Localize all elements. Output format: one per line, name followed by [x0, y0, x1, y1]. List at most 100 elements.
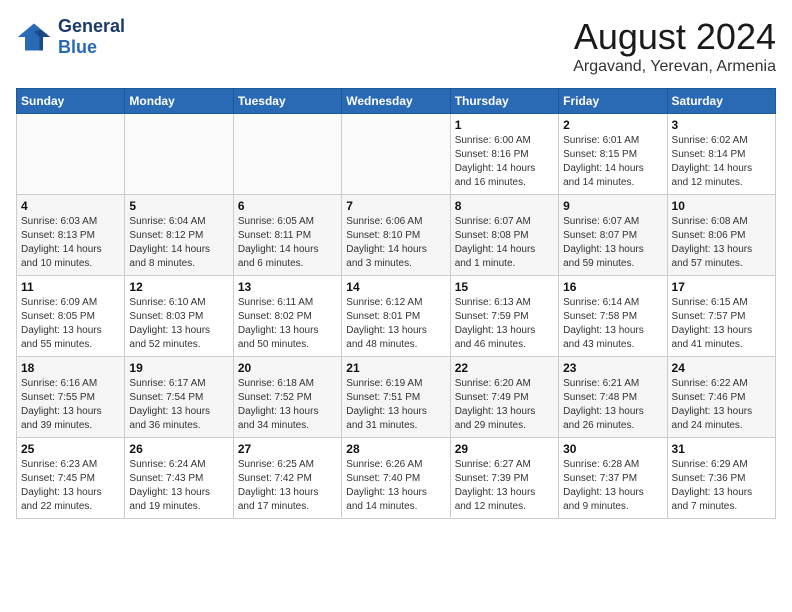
day-number: 29	[455, 442, 554, 456]
page-header: General Blue August 2024 Argavand, Yerev…	[16, 16, 776, 76]
calendar-table: SundayMondayTuesdayWednesdayThursdayFrid…	[16, 88, 776, 519]
day-info: Sunrise: 6:24 AM Sunset: 7:43 PM Dayligh…	[129, 458, 228, 514]
calendar-cell: 22 Sunrise: 6:20 AM Sunset: 7:49 PM Dayli…	[450, 357, 558, 438]
calendar-cell: 5 Sunrise: 6:04 AM Sunset: 8:12 PM Daylig…	[125, 195, 233, 276]
day-number: 9	[563, 199, 662, 213]
calendar-cell	[233, 114, 341, 195]
week-row-3: 18 Sunrise: 6:16 AM Sunset: 7:55 PM Dayli…	[17, 357, 776, 438]
header-wednesday: Wednesday	[342, 89, 450, 114]
calendar-cell: 1 Sunrise: 6:00 AM Sunset: 8:16 PM Daylig…	[450, 114, 558, 195]
day-number: 23	[563, 361, 662, 375]
day-number: 6	[238, 199, 337, 213]
day-info: Sunrise: 6:20 AM Sunset: 7:49 PM Dayligh…	[455, 377, 554, 433]
day-info: Sunrise: 6:00 AM Sunset: 8:16 PM Dayligh…	[455, 134, 554, 190]
day-info: Sunrise: 6:29 AM Sunset: 7:36 PM Dayligh…	[672, 458, 771, 514]
calendar-cell: 29 Sunrise: 6:27 AM Sunset: 7:39 PM Dayli…	[450, 438, 558, 519]
day-info: Sunrise: 6:18 AM Sunset: 7:52 PM Dayligh…	[238, 377, 337, 433]
calendar-cell	[342, 114, 450, 195]
day-info: Sunrise: 6:07 AM Sunset: 8:08 PM Dayligh…	[455, 215, 554, 271]
header-saturday: Saturday	[667, 89, 775, 114]
day-info: Sunrise: 6:01 AM Sunset: 8:15 PM Dayligh…	[563, 134, 662, 190]
calendar-cell	[125, 114, 233, 195]
calendar-cell: 2 Sunrise: 6:01 AM Sunset: 8:15 PM Daylig…	[559, 114, 667, 195]
day-info: Sunrise: 6:27 AM Sunset: 7:39 PM Dayligh…	[455, 458, 554, 514]
day-number: 31	[672, 442, 771, 456]
day-info: Sunrise: 6:26 AM Sunset: 7:40 PM Dayligh…	[346, 458, 445, 514]
day-info: Sunrise: 6:14 AM Sunset: 7:58 PM Dayligh…	[563, 296, 662, 352]
day-number: 22	[455, 361, 554, 375]
day-number: 3	[672, 118, 771, 132]
calendar-cell: 21Sunrise: 6:19 AM Sunset: 7:51 PM Dayli…	[342, 357, 450, 438]
page-subtitle: Argavand, Yerevan, Armenia	[573, 58, 776, 76]
week-row-4: 25 Sunrise: 6:23 AM Sunset: 7:45 PM Dayli…	[17, 438, 776, 519]
day-info: Sunrise: 6:25 AM Sunset: 7:42 PM Dayligh…	[238, 458, 337, 514]
day-number: 24	[672, 361, 771, 375]
calendar-cell: 31 Sunrise: 6:29 AM Sunset: 7:36 PM Dayli…	[667, 438, 775, 519]
calendar-cell: 13 Sunrise: 6:11 AM Sunset: 8:02 PM Dayli…	[233, 276, 341, 357]
day-number: 25	[21, 442, 120, 456]
header-thursday: Thursday	[450, 89, 558, 114]
day-number: 30	[563, 442, 662, 456]
day-number: 13	[238, 280, 337, 294]
calendar-cell: 9 Sunrise: 6:07 AM Sunset: 8:07 PM Daylig…	[559, 195, 667, 276]
header-tuesday: Tuesday	[233, 89, 341, 114]
week-row-0: 1 Sunrise: 6:00 AM Sunset: 8:16 PM Daylig…	[17, 114, 776, 195]
page-title: August 2024	[573, 16, 776, 58]
day-info: Sunrise: 6:07 AM Sunset: 8:07 PM Dayligh…	[563, 215, 662, 271]
calendar-header: SundayMondayTuesdayWednesdayThursdayFrid…	[17, 89, 776, 114]
day-number: 7	[346, 199, 445, 213]
day-info: Sunrise: 6:16 AM Sunset: 7:55 PM Dayligh…	[21, 377, 120, 433]
week-row-1: 4 Sunrise: 6:03 AM Sunset: 8:13 PM Daylig…	[17, 195, 776, 276]
day-info: Sunrise: 6:17 AM Sunset: 7:54 PM Dayligh…	[129, 377, 228, 433]
calendar-cell: 18 Sunrise: 6:16 AM Sunset: 7:55 PM Dayli…	[17, 357, 125, 438]
week-row-2: 11Sunrise: 6:09 AM Sunset: 8:05 PM Dayli…	[17, 276, 776, 357]
day-number: 18	[21, 361, 120, 375]
calendar-cell: 27 Sunrise: 6:25 AM Sunset: 7:42 PM Dayli…	[233, 438, 341, 519]
calendar-cell: 24Sunrise: 6:22 AM Sunset: 7:46 PM Dayli…	[667, 357, 775, 438]
day-number: 21	[346, 361, 445, 375]
day-number: 15	[455, 280, 554, 294]
calendar-body: 1 Sunrise: 6:00 AM Sunset: 8:16 PM Daylig…	[17, 114, 776, 519]
calendar-cell: 6 Sunrise: 6:05 AM Sunset: 8:11 PM Daylig…	[233, 195, 341, 276]
logo-icon	[16, 19, 52, 55]
day-info: Sunrise: 6:02 AM Sunset: 8:14 PM Dayligh…	[672, 134, 771, 190]
day-number: 4	[21, 199, 120, 213]
day-info: Sunrise: 6:08 AM Sunset: 8:06 PM Dayligh…	[672, 215, 771, 271]
calendar-cell: 26Sunrise: 6:24 AM Sunset: 7:43 PM Dayli…	[125, 438, 233, 519]
calendar-cell	[17, 114, 125, 195]
day-info: Sunrise: 6:23 AM Sunset: 7:45 PM Dayligh…	[21, 458, 120, 514]
day-info: Sunrise: 6:04 AM Sunset: 8:12 PM Dayligh…	[129, 215, 228, 271]
calendar-cell: 28 Sunrise: 6:26 AM Sunset: 7:40 PM Dayli…	[342, 438, 450, 519]
calendar-cell: 4 Sunrise: 6:03 AM Sunset: 8:13 PM Daylig…	[17, 195, 125, 276]
day-info: Sunrise: 6:13 AM Sunset: 7:59 PM Dayligh…	[455, 296, 554, 352]
calendar-cell: 16Sunrise: 6:14 AM Sunset: 7:58 PM Dayli…	[559, 276, 667, 357]
day-number: 10	[672, 199, 771, 213]
day-info: Sunrise: 6:06 AM Sunset: 8:10 PM Dayligh…	[346, 215, 445, 271]
header-monday: Monday	[125, 89, 233, 114]
calendar-cell: 14Sunrise: 6:12 AM Sunset: 8:01 PM Dayli…	[342, 276, 450, 357]
day-number: 19	[129, 361, 228, 375]
day-number: 5	[129, 199, 228, 213]
title-block: August 2024 Argavand, Yerevan, Armenia	[573, 16, 776, 76]
calendar-cell: 10 Sunrise: 6:08 AM Sunset: 8:06 PM Dayli…	[667, 195, 775, 276]
header-sunday: Sunday	[17, 89, 125, 114]
day-info: Sunrise: 6:12 AM Sunset: 8:01 PM Dayligh…	[346, 296, 445, 352]
calendar-cell: 23 Sunrise: 6:21 AM Sunset: 7:48 PM Dayli…	[559, 357, 667, 438]
day-number: 11	[21, 280, 120, 294]
day-info: Sunrise: 6:05 AM Sunset: 8:11 PM Dayligh…	[238, 215, 337, 271]
day-number: 2	[563, 118, 662, 132]
logo-text: General Blue	[58, 16, 125, 58]
day-info: Sunrise: 6:11 AM Sunset: 8:02 PM Dayligh…	[238, 296, 337, 352]
calendar-cell: 12 Sunrise: 6:10 AM Sunset: 8:03 PM Dayli…	[125, 276, 233, 357]
day-info: Sunrise: 6:10 AM Sunset: 8:03 PM Dayligh…	[129, 296, 228, 352]
day-number: 28	[346, 442, 445, 456]
day-number: 20	[238, 361, 337, 375]
day-number: 8	[455, 199, 554, 213]
calendar-cell: 20 Sunrise: 6:18 AM Sunset: 7:52 PM Dayli…	[233, 357, 341, 438]
day-info: Sunrise: 6:03 AM Sunset: 8:13 PM Dayligh…	[21, 215, 120, 271]
day-info: Sunrise: 6:21 AM Sunset: 7:48 PM Dayligh…	[563, 377, 662, 433]
day-number: 1	[455, 118, 554, 132]
header-friday: Friday	[559, 89, 667, 114]
day-number: 12	[129, 280, 228, 294]
day-number: 27	[238, 442, 337, 456]
